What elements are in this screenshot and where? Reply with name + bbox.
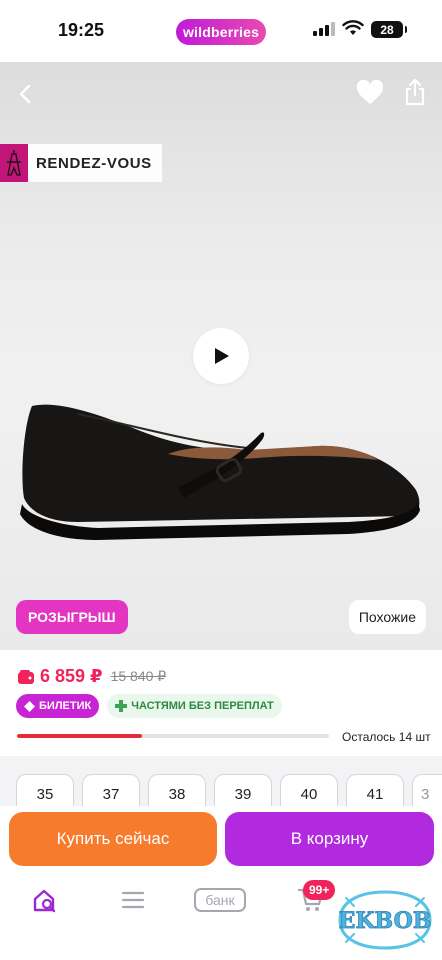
stock-remaining: Осталось 14 шт [342,730,431,744]
installments-badge[interactable]: ЧАСТЯМИ БЕЗ ПЕРЕПЛАТ [107,694,282,718]
giveaway-badge[interactable]: РОЗЫГРЫШ [16,600,128,634]
promo-badges: БИЛЕТИК ЧАСТЯМИ БЕЗ ПЕРЕПЛАТ [16,694,282,718]
eiffel-tower-icon [7,150,21,176]
action-bar: Купить сейчас В корзину [0,806,442,872]
back-arrow-icon[interactable] [14,82,38,106]
brand-logo [0,144,28,182]
play-video-button[interactable] [193,328,249,384]
plus-cross-icon [115,700,128,712]
add-to-cart-button[interactable]: В корзину [225,812,434,866]
ticket-badge[interactable]: БИЛЕТИК [16,694,100,718]
brand-name: RENDEZ-VOUS [36,154,152,172]
buy-now-button[interactable]: Купить сейчас [9,812,217,866]
old-price: 15 840 ₽ [110,668,167,684]
price-row: 6 859 ₽ 15 840 ₽ [18,666,166,687]
status-time: 19:25 [58,20,105,40]
wallet-icon [18,669,34,684]
app-label-pill: wildberries [176,19,266,45]
catalog-menu-icon[interactable] [121,890,145,910]
battery-indicator: 28 [371,21,407,38]
stock-progress-bar [17,734,329,738]
cart-count-badge: 99+ [303,880,336,900]
ticket-icon [24,700,35,712]
signal-icon [313,22,335,36]
similar-products-button[interactable]: Похожие [348,600,426,634]
product-media[interactable]: RENDEZ-VOUS РОЗЫГРЫШ Похожие [0,62,442,650]
bank-nav-button[interactable]: банк [194,888,246,912]
brand-label[interactable]: RENDEZ-VOUS [0,144,162,182]
watermark-logo: EKBOB [338,890,432,950]
home-search-icon[interactable] [32,888,58,914]
installments-badge-label: ЧАСТЯМИ БЕЗ ПЕРЕПЛАТ [131,700,274,712]
status-bar: 19:25 wildberries 28 [0,0,442,62]
wifi-icon [342,20,364,35]
share-icon[interactable] [404,78,426,106]
favorite-heart-icon[interactable] [356,80,384,106]
play-icon [215,348,229,364]
product-shoe-image [20,404,420,540]
stock-progress-fill [17,734,142,738]
watermark-text: EKBOB [339,908,432,934]
current-price: 6 859 ₽ [40,666,103,686]
ticket-badge-label: БИЛЕТИК [39,700,92,712]
